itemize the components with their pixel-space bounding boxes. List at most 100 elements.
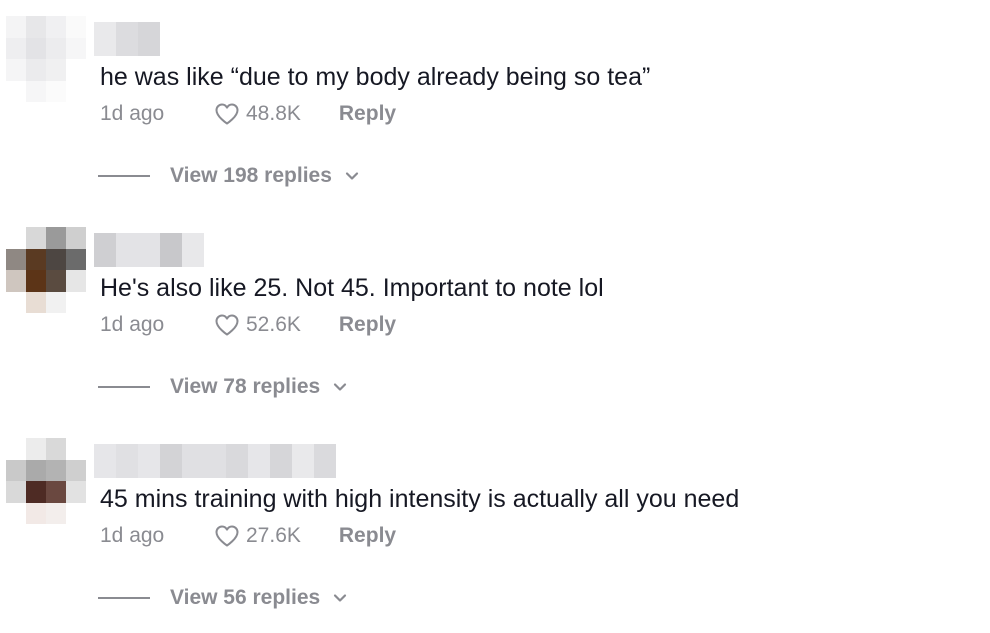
comment-item: 45 mins training with high intensity is … (0, 422, 990, 633)
avatar-pixel (46, 291, 66, 313)
avatar-pixel (46, 481, 66, 503)
avatar-pixel (66, 270, 86, 292)
avatar-pixel (26, 59, 46, 81)
like-button[interactable]: 48.8K (214, 102, 301, 126)
replies-divider (98, 175, 150, 177)
avatar-pixel (6, 248, 26, 270)
view-replies-button[interactable]: View 78 replies (98, 375, 348, 399)
comment-text: he was like “due to my body already bein… (100, 63, 651, 91)
username-pixel (160, 233, 182, 267)
view-replies-button[interactable]: View 56 replies (98, 586, 348, 610)
avatar-pixel (26, 227, 46, 249)
avatar-pixel (26, 16, 46, 38)
username-pixel (182, 444, 204, 478)
chevron-down-icon (334, 594, 347, 602)
avatar-pixel (6, 59, 26, 81)
avatar-pixel (6, 438, 26, 460)
avatar-pixel (6, 16, 26, 38)
avatar-pixel (26, 248, 46, 270)
reply-button[interactable]: Reply (339, 524, 396, 548)
username-pixel (94, 233, 116, 267)
avatar-pixel (6, 80, 26, 102)
avatar-pixel (46, 438, 66, 460)
comment-item: he was like “due to my body already bein… (0, 0, 990, 211)
avatar-pixel (66, 227, 86, 249)
avatar-pixel (66, 59, 86, 81)
username-pixel (138, 233, 160, 267)
replies-divider (98, 386, 150, 388)
avatar-pixel (46, 459, 66, 481)
username-pixel (226, 444, 248, 478)
avatar-pixel (46, 248, 66, 270)
username-pixel (116, 22, 138, 56)
avatar[interactable] (6, 16, 86, 102)
avatar-pixel (6, 37, 26, 59)
chevron-down-icon (334, 383, 347, 391)
username-pixel (138, 22, 160, 56)
view-replies-button[interactable]: View 198 replies (98, 164, 360, 188)
comment-meta: 1d ago 52.6K Reply (100, 311, 396, 339)
avatar-pixel (26, 270, 46, 292)
username-pixel (94, 22, 116, 56)
heart-outline-icon (215, 314, 239, 336)
avatar-pixel (66, 248, 86, 270)
reply-button[interactable]: Reply (339, 102, 396, 126)
avatar-pixel (6, 291, 26, 313)
timestamp: 1d ago (100, 313, 165, 336)
timestamp: 1d ago (100, 102, 165, 125)
comment-meta: 1d ago 48.8K Reply (100, 100, 396, 128)
username-pixelated[interactable] (94, 233, 204, 267)
avatar-pixel (46, 502, 66, 524)
avatar-pixel (26, 291, 46, 313)
avatar-pixel (46, 80, 66, 102)
comment-text: He's also like 25. Not 45. Important to … (100, 274, 604, 302)
username-pixel (116, 233, 138, 267)
like-count: 27.6K (246, 524, 301, 547)
username-pixel (94, 444, 116, 478)
like-button[interactable]: 52.6K (214, 313, 301, 337)
heart-outline-icon (215, 525, 239, 547)
avatar-pixel (66, 37, 86, 59)
username-pixel (292, 444, 314, 478)
avatar-pixel (6, 481, 26, 503)
avatar-pixel (46, 37, 66, 59)
username-pixel (160, 444, 182, 478)
like-count: 48.8K (246, 102, 301, 125)
avatar-pixel (6, 227, 26, 249)
avatar-pixel (26, 502, 46, 524)
avatar-pixel (66, 502, 86, 524)
avatar[interactable] (6, 438, 86, 524)
reply-button[interactable]: Reply (339, 313, 396, 337)
heart-outline-icon (215, 103, 239, 125)
username-pixelated[interactable] (94, 444, 336, 478)
username-pixelated[interactable] (94, 22, 160, 56)
username-pixel (248, 444, 270, 478)
avatar-pixel (66, 481, 86, 503)
avatar-pixel (26, 459, 46, 481)
avatar-pixel (66, 459, 86, 481)
avatar-pixel (46, 227, 66, 249)
avatar-pixel (46, 16, 66, 38)
avatar-pixel (46, 59, 66, 81)
view-replies-label: View 198 replies (170, 164, 332, 187)
chevron-down-icon (345, 172, 358, 180)
avatar-pixel (66, 291, 86, 313)
avatar-pixel (6, 459, 26, 481)
avatar-pixel (6, 270, 26, 292)
avatar-pixel (66, 438, 86, 460)
username-pixel (204, 444, 226, 478)
avatar-pixel (26, 80, 46, 102)
avatar-pixel (26, 37, 46, 59)
avatar-pixel (6, 502, 26, 524)
view-replies-label: View 78 replies (170, 375, 321, 398)
timestamp: 1d ago (100, 524, 165, 547)
avatar-pixel (26, 438, 46, 460)
username-pixel (270, 444, 292, 478)
avatar[interactable] (6, 227, 86, 313)
username-pixel (138, 444, 160, 478)
view-replies-label: View 56 replies (170, 586, 321, 609)
like-button[interactable]: 27.6K (214, 524, 301, 548)
like-count: 52.6K (246, 313, 301, 336)
comment-item: He's also like 25. Not 45. Important to … (0, 211, 990, 422)
avatar-pixel (26, 481, 46, 503)
